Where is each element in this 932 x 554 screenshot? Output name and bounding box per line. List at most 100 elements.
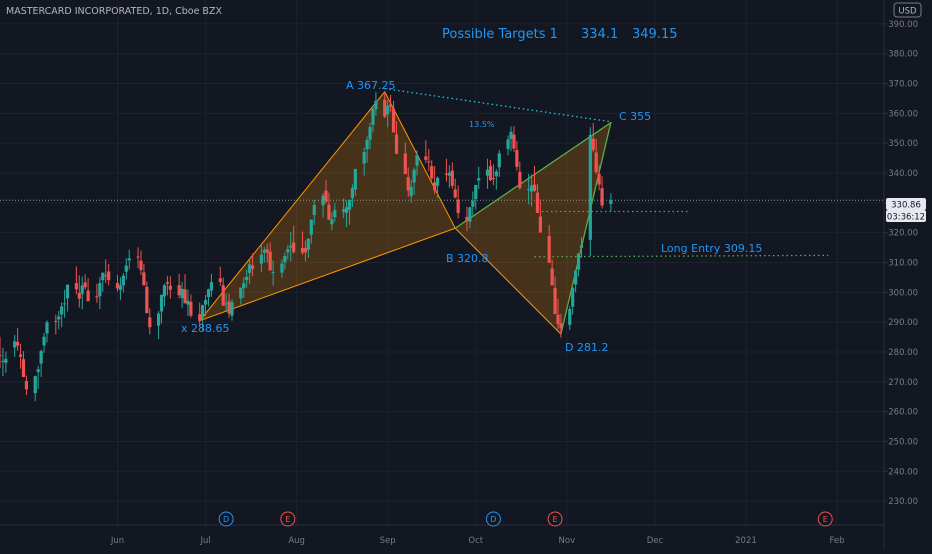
candle-body [333,210,337,218]
y-tick-label: 370.00 [888,80,918,90]
candle-body [374,100,378,110]
candle-body [412,169,416,183]
currency-badge-label: USD [898,7,917,17]
x-tick-label: Nov [559,536,576,546]
candle-body [515,150,519,167]
y-tick-label: 240.00 [888,467,918,477]
candle-body [383,99,387,117]
countdown-badge: 03:36:12 [886,210,926,223]
candle-body [162,285,167,297]
candle-body [115,283,120,289]
candle-body [39,351,43,364]
candle-body [353,168,357,190]
candle-body [394,134,399,154]
candle-body [60,306,64,315]
candle-body [250,265,255,269]
y-tick-label: 390.00 [888,20,918,30]
candle-body [180,288,184,298]
earnings-marker: E [280,511,296,527]
candle-body [42,336,46,346]
candle-body [559,323,563,329]
candle-body [594,152,598,173]
candle-body [98,283,102,297]
candle-body [121,275,125,286]
candle-body [280,263,284,273]
last-price-badge: 330.86 [886,198,926,211]
y-tick-label: 280.00 [888,348,918,358]
earnings-marker: E [547,511,563,527]
candle-body [33,376,37,394]
earnings-marker-letter: E [553,515,558,524]
candle-body [518,171,522,188]
candle-body [300,247,305,253]
candle-body [556,314,560,324]
candle-body [447,172,451,176]
candle-body [347,199,352,210]
candle-body [327,204,331,220]
dividend-marker: D [218,511,234,527]
candle-body [271,272,275,274]
candle-body [403,153,407,175]
candle-body [209,282,214,291]
candle-body [0,354,2,356]
candle-body [365,139,369,150]
targets-label: Possible Targets 1 [442,27,558,42]
candle-body [321,195,325,206]
candle-body [350,187,355,199]
candle-body [391,108,396,133]
candle-body [538,216,542,233]
candle-body [306,238,310,250]
candle-body [86,290,90,302]
x-tick-label: Sep [380,536,396,546]
x-tick-label: Aug [288,536,305,546]
candlestick-chart[interactable]: 230.00 240.00 250.00 260.00 270.00 280.00 290.… [0,0,932,550]
candle-body [532,184,537,191]
earnings-marker-letter: E [285,515,290,524]
candle-body [477,178,481,181]
candle-body [468,207,472,222]
candle-body [242,283,246,289]
y-tick-label: 270.00 [888,378,918,388]
candle-body [107,271,111,281]
candle-body [568,309,572,325]
candle-body [289,245,293,248]
candle-body [368,127,372,140]
candle-body [286,249,290,253]
candle-body [600,188,604,206]
x-tick-label: Dec [647,536,664,546]
candle-body [409,186,413,196]
candle-body [427,161,431,163]
candle-body [579,245,584,248]
x-tick-label: Feb [829,536,844,546]
candle-body [139,260,143,270]
candle-body [494,171,498,177]
candle-body [527,189,531,191]
point-b-label: B 320.8 [446,252,489,265]
candle-body [506,139,510,149]
candle-body [371,108,375,125]
point-c-label: C 355 [619,110,651,123]
countdown-value: 03:36:12 [887,213,925,223]
candle-body [550,268,554,286]
candle-body [183,289,187,304]
candle-body [529,185,534,192]
candle-body [189,301,193,316]
dividend-marker: D [485,511,501,527]
candle-body [535,192,540,213]
candle-body [63,303,67,305]
candle-body [248,264,252,273]
candle-body [450,170,454,186]
candle-body [142,272,146,286]
candle-body [265,249,269,253]
point-d-label: D 281.2 [565,341,608,354]
candle-body [591,138,595,151]
candle-body [509,131,513,140]
y-tick-label: 380.00 [888,50,918,60]
point-a-label: A 367.25 [346,79,396,92]
candle-body [65,284,70,299]
candle-body [574,270,578,285]
candle-body [547,235,551,263]
candle-body [127,258,131,261]
candle-body [609,200,613,205]
x-tick-label: Oct [468,536,483,546]
